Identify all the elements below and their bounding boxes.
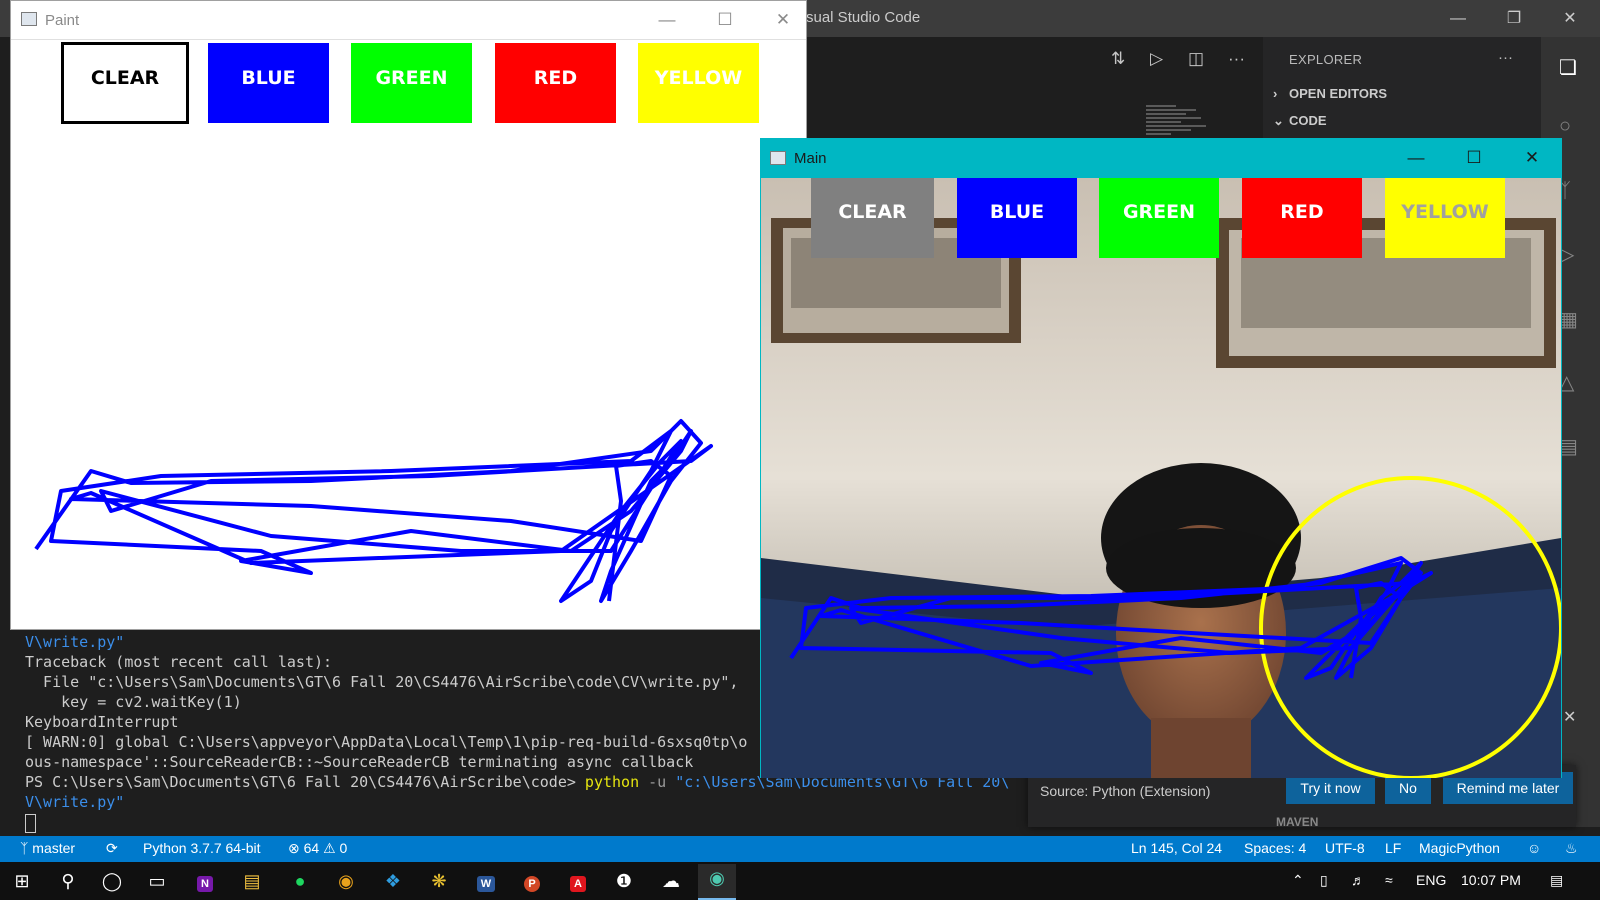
cursor-position[interactable]: Ln 145, Col 24 [1131,840,1222,856]
compare-changes-icon[interactable]: ⇅ [1111,49,1125,69]
close-icon[interactable]: ✕ [763,7,803,33]
language-indicator[interactable]: ENG [1416,872,1446,888]
terminal-line: V\write.py" [25,793,125,811]
windows-taskbar: ⊞ ⚲ ◯ ▭ N ▤ ● ◉ ❖ ❋ W P A ❶ ☁ ◉ ⌃ ▯ ♬ ≈ … [0,862,1600,900]
clock[interactable]: 10:07 PM [1461,872,1521,888]
drawing-canvas[interactable] [11,131,806,621]
terminal-line: V\write.py" [25,633,125,651]
slack-icon[interactable]: ❋ [420,867,458,895]
volume-icon[interactable]: ♬ [1351,872,1365,888]
branch-status[interactable]: ᛉ master [20,840,75,856]
branch-icon: ᛉ [20,840,29,856]
green-button[interactable]: GREEN [351,43,472,123]
red-button[interactable]: RED [495,43,616,123]
chrome-icon[interactable]: ◉ [327,867,365,895]
blue-button[interactable]: BLUE [957,178,1077,258]
vscode-title: sual Studio Code [806,9,921,26]
restore-icon[interactable]: ❐ [1486,0,1542,37]
file-explorer-icon[interactable]: ▤ [233,867,271,895]
notifications-icon[interactable]: ♨ [1565,840,1578,857]
yellow-button[interactable]: YELLOW [638,43,759,123]
terminal-line: File "c:\Users\Sam\Documents\GT\6 Fall 2… [25,673,739,691]
window-title: Paint [45,12,80,29]
chevron-down-icon: ⌄ [1273,113,1284,128]
action-center-icon[interactable]: ▤ [1550,872,1563,889]
terminal-line: Traceback (most recent call last): [25,653,333,671]
maximize-icon[interactable]: ☐ [705,7,745,33]
blue-button[interactable]: BLUE [208,43,329,123]
terminal-line: key = cv2.waitKey(1) [25,693,242,711]
minimize-icon[interactable]: — [1396,145,1436,171]
window-title: Main [794,150,827,167]
webcam-scene [761,178,1561,778]
terminal-line: [ WARN:0] global C:\Users\appveyor\AppDa… [25,733,748,751]
explorer-header: EXPLORER [1289,52,1363,67]
task-view-icon[interactable]: ▭ [138,867,176,895]
encoding[interactable]: UTF-8 [1325,840,1365,856]
powerpoint-icon[interactable]: P [513,867,551,895]
main-titlebar[interactable]: Main — ☐ ✕ [760,138,1562,178]
paint-window: Paint — ☐ ✕ CLEAR BLUE GREEN RED YELLOW [10,0,807,630]
app-icon[interactable]: ❶ [605,867,643,895]
close-icon[interactable]: ✕ [1542,0,1598,37]
minimize-icon[interactable]: — [647,7,687,33]
indentation[interactable]: Spaces: 4 [1244,840,1306,856]
red-button[interactable]: RED [1242,178,1362,258]
explorer-icon[interactable]: ❏ [1559,55,1577,80]
more-icon[interactable]: ··· [1498,49,1513,66]
window-icon [21,12,37,26]
main-window: Main — ☐ ✕ CLEAR BLUE GREEN RED YELLOW [760,138,1562,778]
chevron-up-icon[interactable]: ⌃ [1292,872,1304,889]
minimize-icon[interactable]: — [1430,0,1486,37]
app-icon[interactable]: ☁ [652,867,690,895]
webcam-feed[interactable]: CLEAR BLUE GREEN RED YELLOW [761,178,1561,778]
editor-toolbar: ⇅ ▷ ◫ ··· [808,37,1263,81]
acrobat-icon[interactable]: A [559,867,597,895]
wifi-icon[interactable]: ≈ [1385,872,1393,888]
onenote-icon[interactable]: N [186,867,224,895]
language-mode[interactable]: MagicPython [1419,840,1500,856]
terminal-line: KeyboardInterrupt [25,713,179,731]
spotify-icon[interactable]: ● [281,867,319,895]
warning-icon: ⚠ [323,840,336,856]
notification-source: Source: Python (Extension) [1040,783,1211,799]
clear-button[interactable]: CLEAR [61,42,189,124]
window-icon [770,151,786,165]
yellow-button[interactable]: YELLOW [1385,178,1505,258]
green-button[interactable]: GREEN [1099,178,1219,258]
maximize-icon[interactable]: ☐ [1454,145,1494,171]
sync-icon[interactable]: ⟳ [106,840,118,857]
paint-titlebar[interactable]: Paint — ☐ ✕ [11,1,806,40]
cortana-icon[interactable]: ◯ [93,867,131,895]
status-bar: ᛉ master ⟳ Python 3.7.7 64-bit ⊗ 64 ⚠ 0 … [0,836,1600,862]
python-app-icon[interactable]: ◉ [698,864,736,900]
problems-status[interactable]: ⊗ 64 ⚠ 0 [288,840,347,857]
clear-button[interactable]: CLEAR [811,178,934,258]
feedback-icon[interactable]: ☺ [1527,840,1541,856]
search-icon[interactable]: ○ [1559,115,1571,138]
chevron-right-icon: › [1273,86,1278,101]
search-icon[interactable]: ⚲ [49,867,87,895]
close-icon[interactable]: ✕ [1512,145,1552,171]
vscode-icon[interactable]: ❖ [374,867,412,895]
battery-icon[interactable]: ▯ [1320,872,1328,889]
drawn-stroke [34,419,713,603]
more-actions-icon[interactable]: ··· [1228,49,1245,69]
close-notification-icon[interactable]: ✕ [1563,707,1576,727]
terminal-cursor [25,814,36,833]
line-ending[interactable]: LF [1385,840,1401,856]
python-interpreter[interactable]: Python 3.7.7 64-bit [143,840,261,856]
word-icon[interactable]: W [467,867,505,895]
terminal-line: ous-namespace'::SourceReaderCB::~SourceR… [25,753,694,771]
windows-start-icon[interactable]: ⊞ [3,867,41,895]
section-code[interactable]: ⌄ CODE [1273,113,1327,129]
run-icon[interactable]: ▷ [1150,49,1163,69]
error-icon: ⊗ [288,840,300,856]
split-editor-icon[interactable]: ◫ [1188,49,1204,69]
section-maven[interactable]: MAVEN [1276,815,1318,829]
section-open-editors[interactable]: › OPEN EDITORS [1273,86,1387,101]
